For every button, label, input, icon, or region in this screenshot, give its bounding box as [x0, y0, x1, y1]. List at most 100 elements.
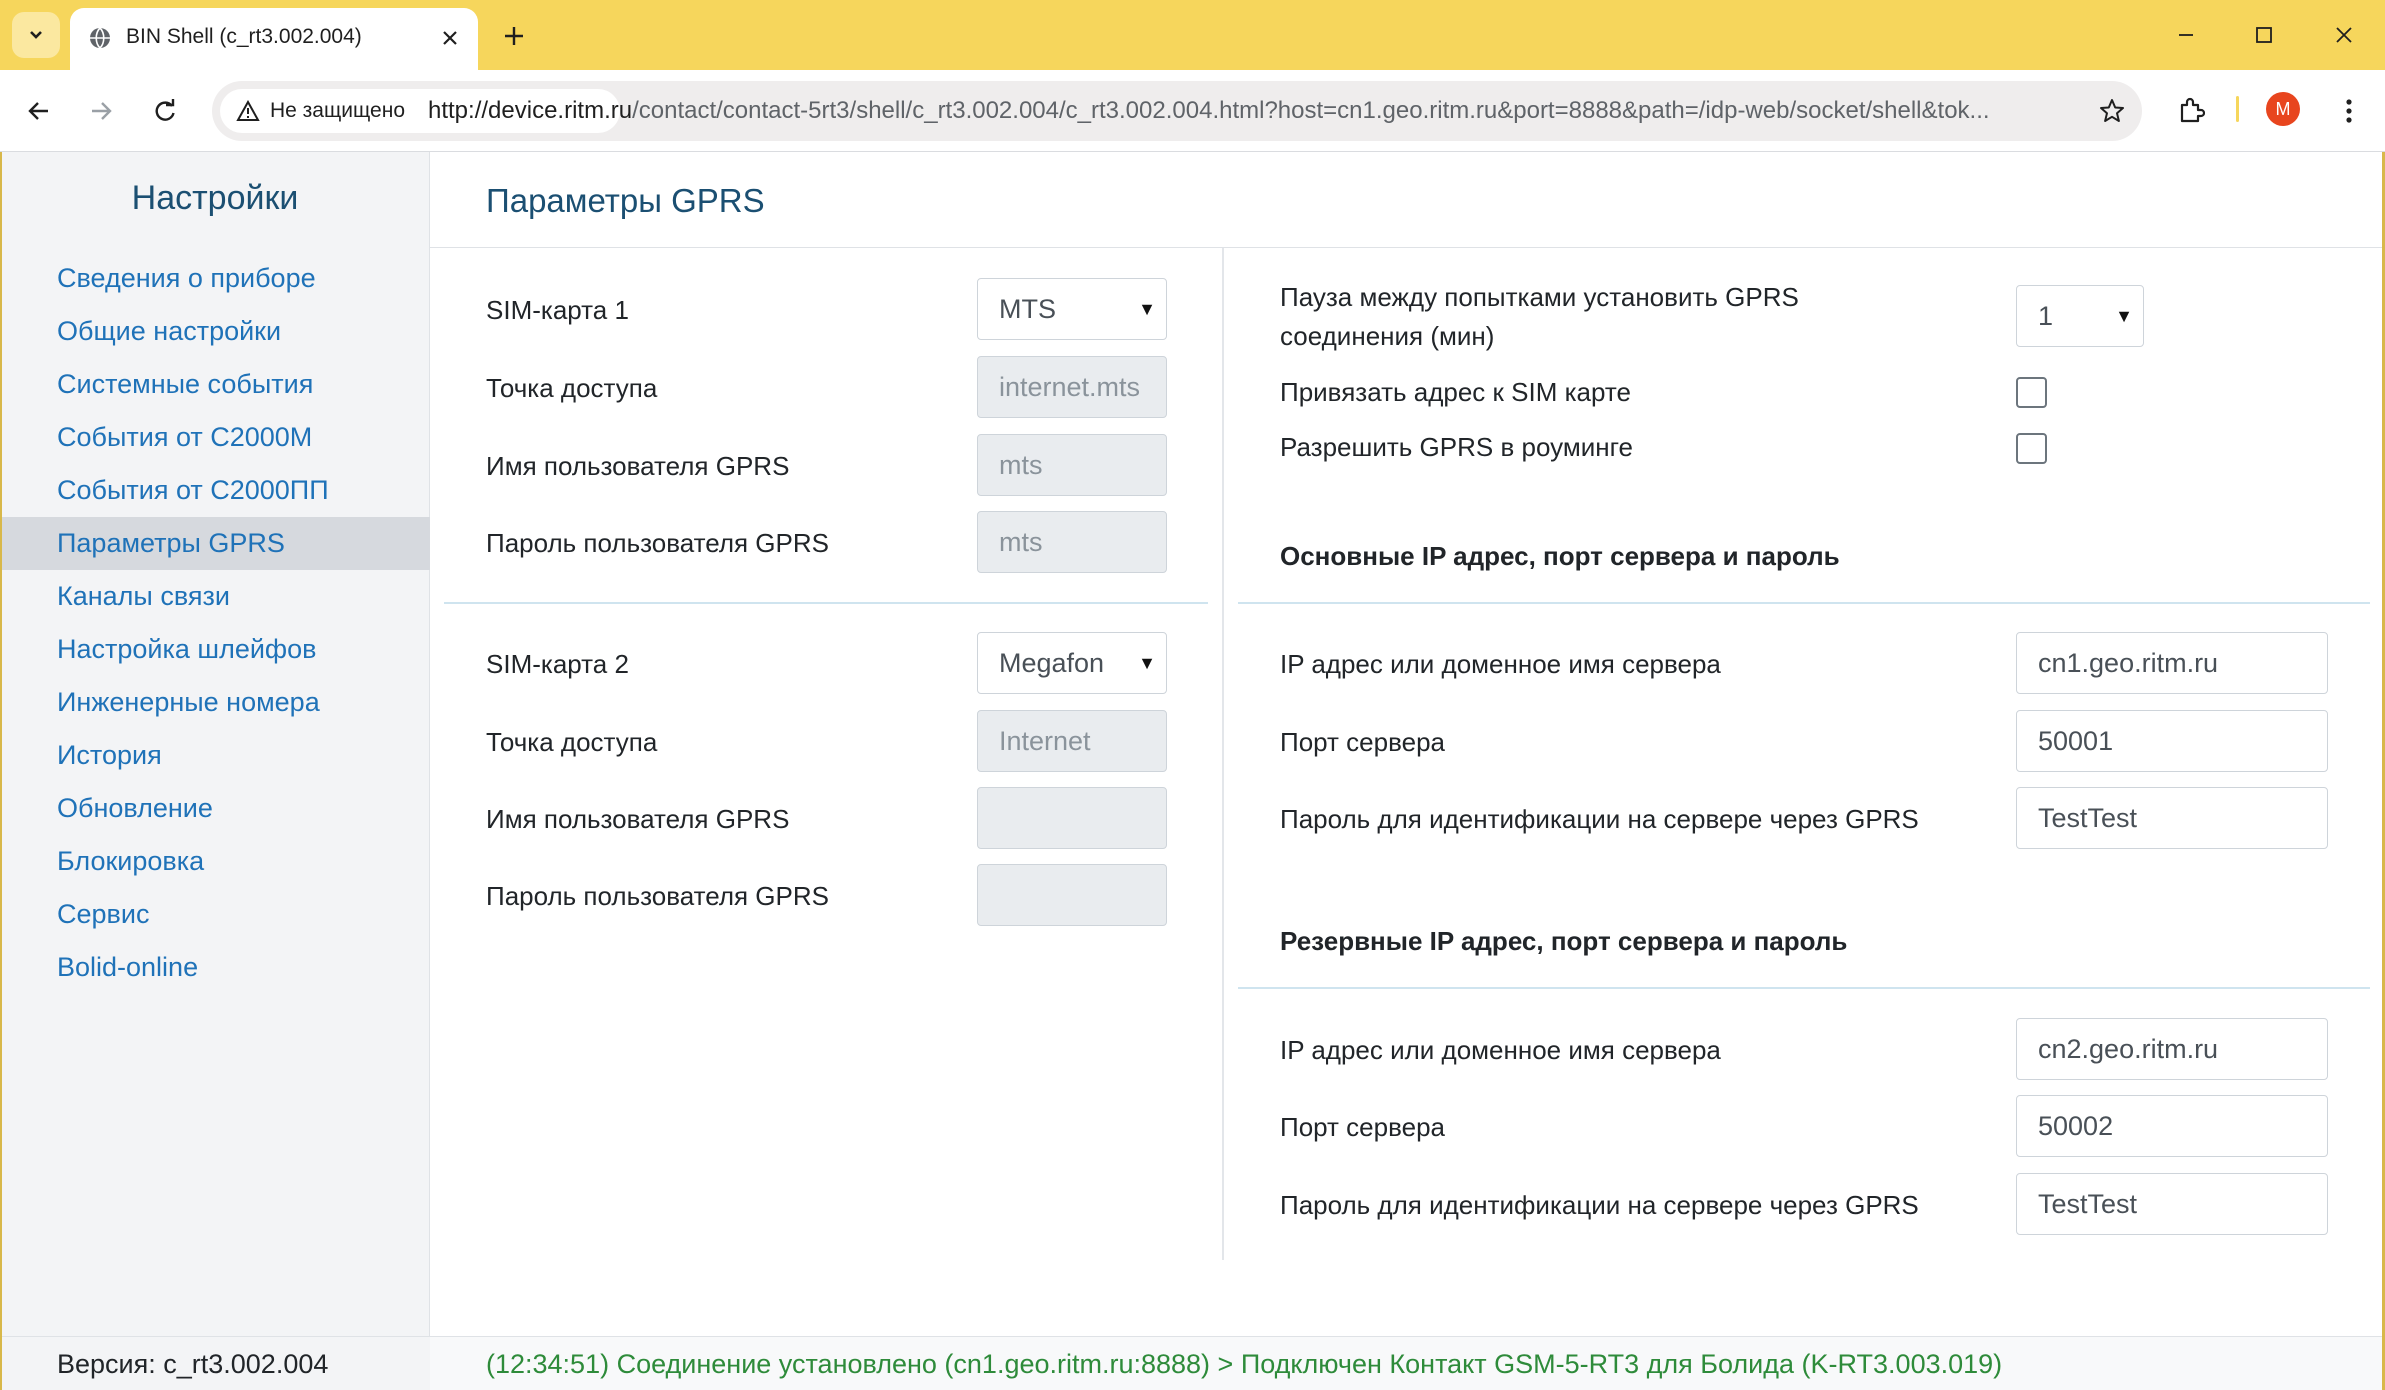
arrow-right-icon — [92, 102, 112, 120]
sidebar-item-c2000pp-events[interactable]: События от С2000ПП — [0, 464, 430, 517]
sim1-label: SIM-карта 1 — [486, 295, 629, 325]
divider — [444, 602, 1208, 604]
version-text: Версия: c_rt3.002.004 — [57, 1349, 329, 1379]
arrow-left-icon — [28, 102, 48, 120]
security-label: Не защищено — [270, 99, 405, 122]
roaming-checkbox[interactable] — [2016, 433, 2047, 464]
primary-port-label: Порт сервера — [1280, 727, 1445, 757]
bind-sim-label: Привязать адрес к SIM карте — [1280, 377, 1631, 407]
primary-pass-label: Пароль для идентификации на сервере чере… — [1280, 804, 1919, 834]
sim2-pass-field[interactable] — [977, 864, 1167, 926]
sim1-select-value: MTS — [999, 294, 1056, 324]
primary-ip-label: IP адрес или доменное имя сервера — [1280, 649, 1721, 679]
sim1-user-label: Имя пользователя GPRS — [486, 451, 790, 481]
new-tab-button[interactable] — [494, 16, 534, 56]
sim1-pass-label: Пароль пользователя GPRS — [486, 528, 829, 558]
reload-button[interactable] — [142, 88, 188, 134]
divider — [1238, 602, 2370, 604]
sidebar-item-history[interactable]: История — [0, 729, 430, 782]
forward-button[interactable] — [78, 88, 124, 134]
tab-title: BIN Shell (c_rt3.002.004) — [126, 25, 362, 48]
sim2-apn-field[interactable]: Internet — [977, 710, 1167, 772]
sidebar-item-engineer-numbers[interactable]: Инженерные номера — [0, 676, 430, 729]
sidebar-item-channels[interactable]: Каналы связи — [0, 570, 430, 623]
address-bar[interactable]: Не защищено http://device.ritm.ru/contac… — [212, 81, 2142, 141]
sim2-select-value: Megafon — [999, 648, 1105, 678]
sim2-user-field[interactable] — [977, 787, 1167, 849]
divider — [1238, 987, 2370, 989]
star-icon — [2100, 99, 2124, 122]
browser-tab-strip: BIN Shell (c_rt3.002.004) — [0, 0, 2385, 70]
profile-avatar[interactable]: M — [2266, 92, 2300, 126]
maximize-button[interactable] — [2234, 10, 2294, 60]
sim1-apn-field[interactable]: internet.mts — [977, 356, 1167, 418]
back-button[interactable] — [16, 88, 62, 134]
menu-button[interactable] — [2326, 88, 2372, 134]
sim2-label: SIM-карта 2 — [486, 649, 629, 679]
sidebar-item-general[interactable]: Общие настройки — [0, 305, 430, 358]
primary-pass-field[interactable]: TestTest — [2016, 787, 2328, 849]
sim1-select[interactable]: MTS ▼ — [977, 278, 1167, 340]
backup-port-label: Порт сервера — [1280, 1112, 1445, 1142]
maximize-icon — [2256, 27, 2272, 43]
browser-tab[interactable]: BIN Shell (c_rt3.002.004) — [70, 8, 478, 70]
sim1-apn-label: Точка доступа — [486, 373, 658, 403]
reload-icon — [155, 99, 175, 121]
backup-pass-label: Пароль для идентификации на сервере чере… — [1280, 1190, 1919, 1220]
primary-port-field[interactable]: 50001 — [2016, 710, 2328, 772]
window-border-left — [0, 152, 2, 1390]
sidebar-item-lock[interactable]: Блокировка — [0, 835, 430, 888]
sidebar-item-bolid-online[interactable]: Bolid-online — [0, 941, 430, 994]
sidebar: Настройки Сведения о приборе Общие настр… — [0, 152, 430, 1390]
caret-down-icon: ▼ — [2115, 306, 2133, 326]
sidebar-item-c2000m-events[interactable]: События от С2000М — [0, 411, 430, 464]
backup-port-field[interactable]: 50002 — [2016, 1095, 2328, 1157]
bind-sim-checkbox[interactable] — [2016, 377, 2047, 408]
bookmark-button[interactable] — [2090, 89, 2134, 133]
plus-icon — [505, 27, 523, 45]
url-text[interactable]: http://device.ritm.ru/contact/contact-5r… — [428, 97, 2068, 125]
caret-down-icon: ▼ — [1138, 653, 1156, 673]
puzzle-icon — [2180, 97, 2205, 123]
page-title: Параметры GPRS — [486, 182, 765, 219]
roaming-label: Разрешить GPRS в роуминге — [1280, 432, 1633, 462]
extensions-button[interactable] — [2168, 88, 2214, 134]
backup-pass-field[interactable]: TestTest — [2016, 1173, 2328, 1235]
connection-status-text: (12:34:51) Соединение установлено (cn1.g… — [486, 1349, 2003, 1379]
column-divider — [1222, 248, 1224, 1260]
tab-close-button[interactable] — [434, 22, 466, 54]
close-icon — [2336, 27, 2352, 43]
sim2-select[interactable]: Megafon ▼ — [977, 632, 1167, 694]
sidebar-item-device-info[interactable]: Сведения о приборе — [0, 252, 430, 305]
caret-down-icon: ▼ — [1138, 299, 1156, 319]
sidebar-title: Настройки — [131, 179, 299, 217]
browser-toolbar: Не защищено http://device.ritm.ru/contac… — [0, 70, 2385, 152]
close-icon — [443, 31, 457, 45]
backup-section-heading: Резервные IP адрес, порт сервера и парол… — [1280, 926, 1848, 956]
pause-select[interactable]: 1 ▼ — [2016, 285, 2144, 347]
sidebar-item-gprs[interactable]: Параметры GPRS — [0, 517, 430, 570]
main-header: Параметры GPRS — [430, 152, 2385, 248]
sidebar-item-system-events[interactable]: Системные события — [0, 358, 430, 411]
window-close-button[interactable] — [2314, 10, 2374, 60]
sim2-apn-label: Точка доступа — [486, 727, 658, 757]
globe-icon — [90, 27, 110, 49]
chevron-down-icon — [30, 31, 42, 39]
sim2-user-label: Имя пользователя GPRS — [486, 804, 790, 834]
sidebar-item-loops[interactable]: Настройка шлейфов — [0, 623, 430, 676]
pause-label-line1: Пауза между попытками установить GPRS — [1280, 282, 1799, 312]
sim1-pass-field[interactable]: mts — [977, 511, 1167, 573]
sidebar-item-update[interactable]: Обновление — [0, 782, 430, 835]
sidebar-item-service[interactable]: Сервис — [0, 888, 430, 941]
tab-search-button[interactable] — [12, 12, 60, 58]
primary-ip-field[interactable]: cn1.geo.ritm.ru — [2016, 632, 2328, 694]
backup-ip-field[interactable]: cn2.geo.ritm.ru — [2016, 1018, 2328, 1080]
url-path: /contact/contact-5rt3/shell/c_rt3.002.00… — [632, 97, 1990, 124]
more-vert-icon — [2346, 99, 2352, 123]
minimize-button[interactable] — [2156, 10, 2216, 60]
minimize-icon — [2179, 34, 2193, 36]
primary-section-heading: Основные IP адрес, порт сервера и пароль — [1280, 541, 1840, 571]
sim1-user-field[interactable]: mts — [977, 434, 1167, 496]
pause-label-line2: соединения (мин) — [1280, 321, 1495, 351]
pause-select-value: 1 — [2038, 301, 2054, 331]
